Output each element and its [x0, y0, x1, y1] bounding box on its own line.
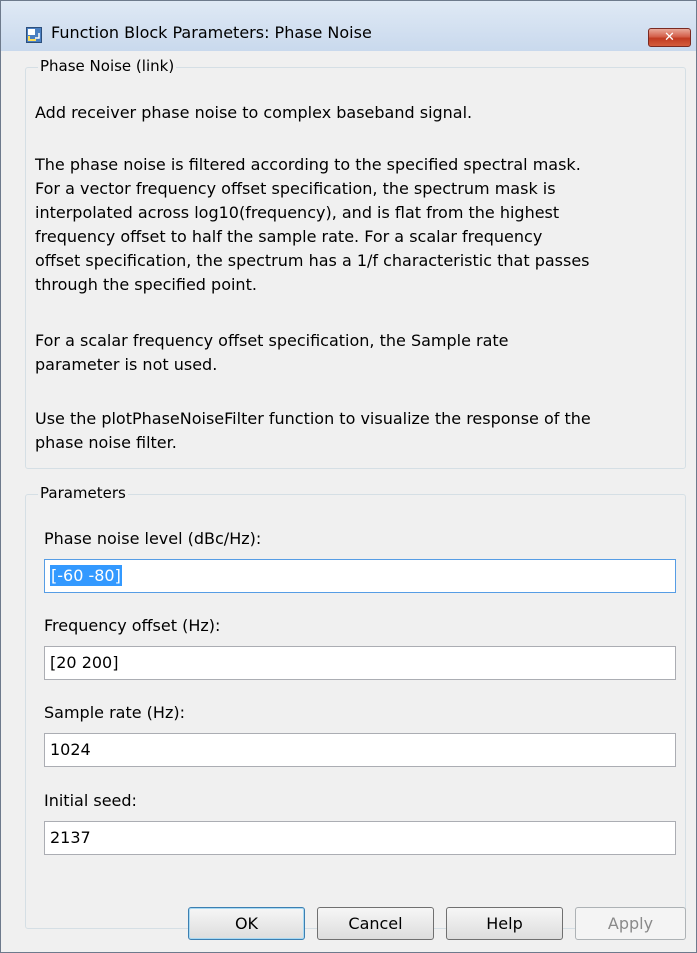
- dialog-content: Phase Noise (link) Add receiver phase no…: [8, 51, 690, 947]
- initial-seed-input[interactable]: 2137: [44, 821, 676, 855]
- cancel-button[interactable]: Cancel: [317, 907, 434, 940]
- description-legend: Phase Noise (link): [38, 57, 177, 75]
- close-button[interactable]: ✕: [648, 28, 691, 47]
- description-details: The phase noise is filtered according to…: [35, 155, 590, 294]
- frequency-offset-label: Frequency offset (Hz):: [44, 616, 221, 635]
- phase-noise-level-input[interactable]: [-60 -80]: [44, 559, 676, 593]
- description-scalar-note: For a scalar frequency offset specificat…: [35, 331, 509, 374]
- phase-noise-level-label: Phase noise level (dBc/Hz):: [44, 529, 262, 548]
- sample-rate-label: Sample rate (Hz):: [44, 703, 185, 722]
- parameters-legend: Parameters: [38, 484, 128, 502]
- initial-seed-value: 2137: [50, 828, 91, 847]
- help-button[interactable]: Help: [446, 907, 563, 940]
- sample-rate-input[interactable]: 1024: [44, 733, 676, 767]
- apply-button[interactable]: Apply: [575, 907, 686, 940]
- dialog-window: Function Block Parameters: Phase Noise ✕…: [0, 0, 697, 953]
- title-bar[interactable]: Function Block Parameters: Phase Noise ✕: [1, 1, 696, 51]
- frequency-offset-value: [20 200]: [50, 653, 119, 672]
- description-summary: Add receiver phase noise to complex base…: [35, 103, 473, 122]
- window-title: Function Block Parameters: Phase Noise: [51, 23, 372, 42]
- description-plot-note: Use the plotPhaseNoiseFilter function to…: [35, 409, 591, 452]
- frequency-offset-input[interactable]: [20 200]: [44, 646, 676, 680]
- initial-seed-label: Initial seed:: [44, 791, 137, 810]
- sample-rate-value: 1024: [50, 740, 91, 759]
- close-icon: ✕: [664, 30, 675, 45]
- ok-button[interactable]: OK: [188, 907, 305, 940]
- phase-noise-level-value: [-60 -80]: [50, 565, 122, 586]
- simulink-block-icon: [26, 27, 42, 43]
